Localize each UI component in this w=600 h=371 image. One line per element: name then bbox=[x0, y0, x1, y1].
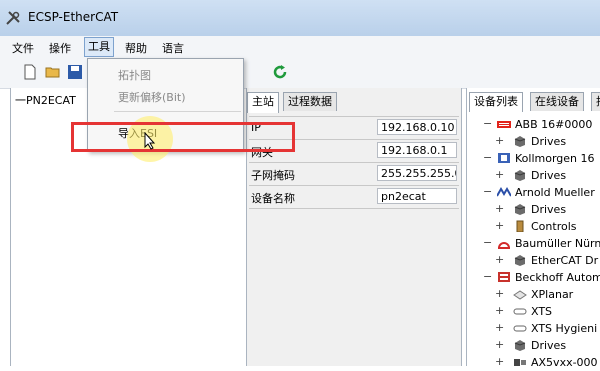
collapse-toggle-icon[interactable]: − bbox=[483, 117, 492, 130]
subnet-mask-field[interactable]: 255.255.255.0 bbox=[377, 165, 457, 181]
title-bar: ECSP-EtherCAT bbox=[0, 0, 600, 36]
mouse-pointer-icon bbox=[144, 132, 156, 150]
device-tree-row[interactable]: + EtherCAT Dr bbox=[467, 252, 600, 269]
device-tree-label: Kollmorgen 16 bbox=[515, 152, 595, 165]
ax5-drive-icon bbox=[514, 359, 526, 366]
beckhoff-logo-icon bbox=[498, 272, 510, 282]
new-file-icon[interactable] bbox=[22, 64, 38, 80]
menu-file[interactable]: 文件 bbox=[12, 40, 34, 56]
device-tree-row[interactable]: + Drives bbox=[467, 337, 600, 354]
expand-toggle-icon[interactable]: + bbox=[495, 304, 504, 317]
device-tree-row[interactable]: + Drives bbox=[467, 201, 600, 218]
tab-device-list[interactable]: 设备列表 bbox=[469, 92, 523, 112]
device-tree-label: Drives bbox=[531, 169, 567, 182]
device-tree-row[interactable]: + Drives bbox=[467, 167, 600, 184]
collapse-toggle-icon[interactable]: − bbox=[483, 185, 492, 198]
xplanar-icon bbox=[513, 290, 527, 300]
device-tree-label: Baumüller Nürn bbox=[515, 237, 600, 250]
expand-toggle-icon[interactable]: + bbox=[495, 134, 504, 147]
drive-box-icon bbox=[514, 170, 526, 181]
prop-key: 设备名称 bbox=[251, 192, 295, 205]
expand-toggle-icon[interactable]: + bbox=[495, 321, 504, 334]
collapse-toggle-icon[interactable]: − bbox=[483, 236, 492, 249]
device-tree-row[interactable]: − Baumüller Nürn bbox=[467, 235, 600, 252]
prop-key: 子网掩码 bbox=[251, 169, 295, 182]
device-tree-label: Drives bbox=[531, 135, 567, 148]
refresh-icon[interactable] bbox=[272, 64, 288, 80]
drive-box-icon bbox=[514, 340, 526, 351]
device-tree-row[interactable]: + Drives bbox=[467, 133, 600, 150]
xts-icon bbox=[513, 325, 527, 332]
menu-help[interactable]: 帮助 bbox=[125, 40, 147, 56]
device-tree-label: ABB 16#0000 bbox=[515, 118, 593, 131]
drive-box-icon bbox=[514, 255, 526, 266]
menu-separator bbox=[114, 111, 241, 112]
ip-field[interactable]: 192.168.0.10 bbox=[377, 119, 457, 135]
device-tree-label: XTS Hygieni bbox=[531, 322, 598, 335]
menu-item-update-offset[interactable]: 更新偏移(Bit) bbox=[118, 89, 186, 105]
drive-box-icon bbox=[514, 136, 526, 147]
device-tree-label: Controls bbox=[531, 220, 577, 233]
tab-master[interactable]: 主站 bbox=[247, 92, 279, 113]
tab-process-data[interactable]: 过程数据 bbox=[283, 92, 337, 111]
menu-tools[interactable]: 工具 bbox=[84, 37, 114, 57]
xts-icon bbox=[513, 308, 527, 315]
device-tree-row[interactable]: + XTS Hygieni bbox=[467, 320, 600, 337]
device-tree-row[interactable]: + Controls bbox=[467, 218, 600, 235]
annotation-highlight-box bbox=[71, 122, 295, 152]
device-tree-row[interactable]: + XPlanar bbox=[467, 286, 600, 303]
device-tree-label: Beckhoff Autom bbox=[515, 271, 600, 284]
device-tree-label: Drives bbox=[531, 203, 567, 216]
window-title: ECSP-EtherCAT bbox=[28, 10, 119, 24]
device-tree-row[interactable]: − Arnold Mueller bbox=[467, 184, 600, 201]
baumueller-logo-icon bbox=[498, 242, 510, 249]
open-folder-icon[interactable] bbox=[45, 64, 61, 80]
controls-icon bbox=[516, 220, 524, 232]
ethercat-tool-icon bbox=[6, 11, 20, 25]
abb-logo-icon bbox=[497, 121, 511, 128]
expand-toggle-icon[interactable]: + bbox=[495, 168, 504, 181]
collapse-toggle-icon[interactable]: − bbox=[483, 151, 492, 164]
menu-language[interactable]: 语言 bbox=[162, 40, 184, 56]
prop-row-subnet: 子网掩码 255.255.255.0 bbox=[249, 163, 459, 186]
expand-toggle-icon[interactable]: + bbox=[495, 338, 504, 351]
menu-bar: 文件 操作 工具 帮助 语言 bbox=[0, 36, 600, 59]
device-tree-label: XTS bbox=[531, 305, 553, 318]
device-tree: − ABB 16#0000 + Drives − Kollmorgen 16 + Drives… bbox=[467, 116, 600, 371]
arnold-mueller-logo-icon bbox=[497, 187, 511, 197]
device-tree-label: AX5vxx-000 bbox=[531, 356, 598, 369]
prop-row-device-name: 设备名称 pn2ecat bbox=[249, 186, 459, 209]
expand-toggle-icon[interactable]: + bbox=[495, 253, 504, 266]
expand-toggle-icon[interactable]: + bbox=[495, 355, 504, 368]
device-tree-row[interactable]: − Kollmorgen 16 bbox=[467, 150, 600, 167]
device-tree-row[interactable]: − ABB 16#0000 bbox=[467, 116, 600, 133]
device-tree-label: Drives bbox=[531, 339, 567, 352]
menu-operate[interactable]: 操作 bbox=[49, 40, 71, 56]
device-tree-row[interactable]: + XTS bbox=[467, 303, 600, 320]
device-tree-row[interactable]: + AX5vxx-000 bbox=[467, 354, 600, 371]
kollmorgen-logo-icon bbox=[498, 153, 510, 163]
device-name-field[interactable]: pn2ecat bbox=[377, 188, 457, 204]
device-panel: 设备列表 在线设备 拍 − ABB 16#0000 + Drives − Kollmorg… bbox=[466, 88, 600, 369]
collapse-toggle-icon[interactable]: − bbox=[483, 270, 492, 283]
device-tree-label: EtherCAT Dr bbox=[531, 254, 599, 267]
expand-toggle-icon[interactable]: + bbox=[495, 202, 504, 215]
drive-box-icon bbox=[514, 204, 526, 215]
device-tree-label: XPlanar bbox=[531, 288, 574, 301]
menu-item-topology[interactable]: 拓扑图 bbox=[118, 67, 151, 83]
device-tree-row[interactable]: − Beckhoff Autom bbox=[467, 269, 600, 286]
expand-toggle-icon[interactable]: + bbox=[495, 219, 504, 232]
expand-toggle-icon[interactable]: + bbox=[495, 287, 504, 300]
gateway-field[interactable]: 192.168.0.1 bbox=[377, 142, 457, 158]
device-tree-label: Arnold Mueller bbox=[515, 186, 595, 199]
tree-root-node[interactable]: 一PN2ECAT bbox=[15, 92, 76, 108]
save-icon[interactable] bbox=[67, 64, 83, 80]
tab-online-devices[interactable]: 在线设备 bbox=[530, 92, 584, 111]
tab-more[interactable]: 拍 bbox=[591, 92, 600, 111]
